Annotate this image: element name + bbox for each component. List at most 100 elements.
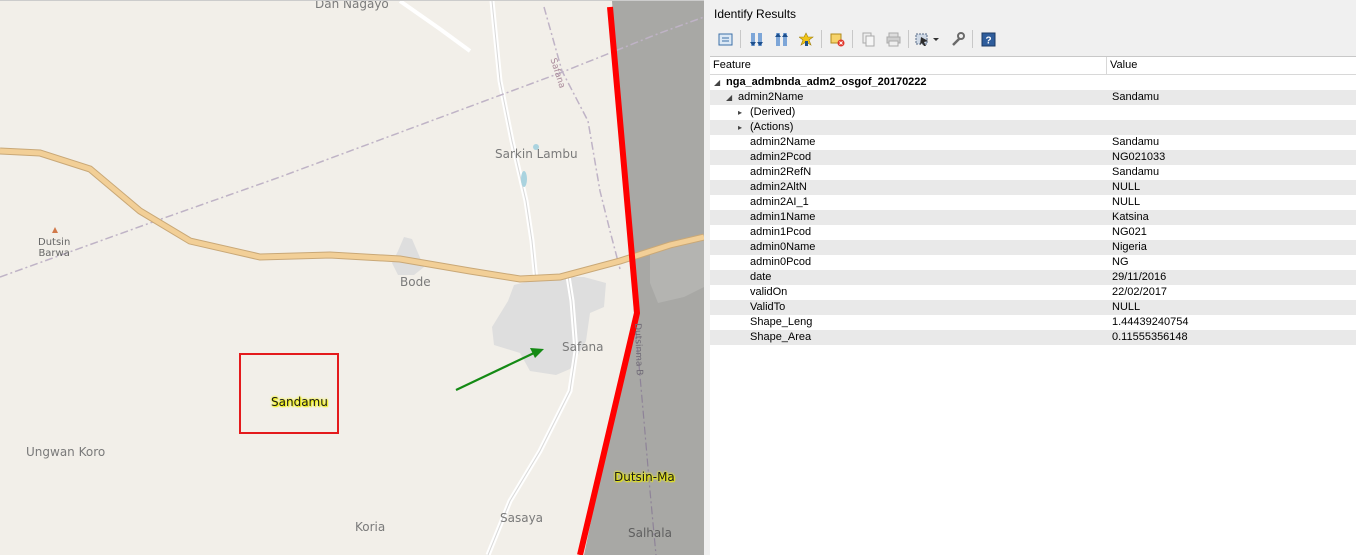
attribute-list: admin2Name Sandamu admin2Pcod NG021033 admin… [710, 135, 1356, 345]
copy-feature-icon [862, 32, 874, 46]
print-icon [886, 32, 900, 46]
feature-row[interactable]: ◢ admin2Name Sandamu [710, 90, 1356, 105]
collapse-all-icon [774, 32, 788, 46]
column-header-feature[interactable]: Feature [710, 57, 1107, 74]
help-button[interactable]: ? [977, 28, 999, 50]
layer-name: nga_admbnda_adm2_osgof_20170222 [726, 76, 927, 88]
pointer-arrow [455, 352, 535, 391]
toolbar-separator [821, 30, 822, 48]
attribute-row[interactable]: Shape_Leng 1.44439240754 [710, 315, 1356, 330]
attribute-row[interactable]: admin2Name Sandamu [710, 135, 1356, 150]
attribute-row[interactable]: admin0Name Nigeria [710, 240, 1356, 255]
admin-dash-line [0, 16, 704, 278]
collapse-arrow-icon[interactable]: ◢ [726, 90, 732, 105]
results-tree[interactable]: Feature Value ◢ nga_admbnda_adm2_osgof_20… [710, 56, 1356, 555]
expand-new-results-button[interactable] [795, 28, 817, 50]
identify-settings-icon [951, 31, 965, 46]
derived-row[interactable]: ▸ (Derived) [710, 105, 1356, 120]
attribute-name: admin1Name [750, 211, 816, 223]
map-label-sarkin-lambu: Sarkin Lambu [495, 147, 578, 161]
derived-label: (Derived) [750, 106, 796, 118]
toolbar-separator [852, 30, 853, 48]
expand-all-button[interactable] [745, 28, 767, 50]
column-header-value[interactable]: Value [1107, 57, 1137, 74]
attribute-name: admin0Pcod [750, 256, 812, 268]
attribute-name: Shape_Area [750, 331, 812, 343]
attribute-row[interactable]: admin2AltN NULL [710, 180, 1356, 195]
feature-name: admin2Name [738, 91, 804, 103]
collapse-all-button[interactable] [770, 28, 792, 50]
highlight-box [239, 353, 339, 434]
attribute-row[interactable]: date 29/11/2016 [710, 270, 1356, 285]
attribute-row[interactable]: validOn 22/02/2017 [710, 285, 1356, 300]
attribute-row[interactable]: admin1Pcod NG021 [710, 225, 1356, 240]
attribute-name: admin2Pcod [750, 151, 812, 163]
select-features-icon [915, 33, 939, 46]
actions-row[interactable]: ▸ (Actions) [710, 120, 1356, 135]
attribute-name: date [750, 271, 772, 283]
copy-feature-button[interactable] [857, 28, 879, 50]
attribute-value: 22/02/2017 [1112, 286, 1168, 298]
attribute-row[interactable]: Shape_Area 0.11555356148 [710, 330, 1356, 345]
collapse-arrow-icon[interactable]: ◢ [714, 75, 720, 90]
map-label-sandamu: Sandamu [271, 395, 328, 409]
attribute-name: ValidTo [750, 301, 786, 313]
attribute-name: validOn [750, 286, 788, 298]
peak-icon [52, 227, 58, 233]
toolbar-separator [972, 30, 973, 48]
attribute-row[interactable]: ValidTo NULL [710, 300, 1356, 315]
attribute-row[interactable]: admin2RefN Sandamu [710, 165, 1356, 180]
expand-tree-icon [718, 33, 732, 45]
map-label-bode: Bode [400, 275, 431, 289]
toolbar-separator [740, 30, 741, 48]
map-label-dutsin-barwa: Dutsin Barwa [38, 237, 71, 259]
map-label-dutsinma-road: Dutsinma B [632, 323, 644, 376]
identify-results-panel: Identify Results ? Feature Value ◢ nga_a… [710, 0, 1356, 555]
svg-text:?: ? [985, 35, 991, 46]
attribute-name: admin2Name [750, 136, 816, 148]
actions-label: (Actions) [750, 121, 794, 133]
expand-all-icon [749, 32, 763, 46]
attribute-value: 1.44439240754 [1112, 316, 1189, 328]
major-road [0, 148, 704, 282]
select-features-dropdown[interactable] [913, 28, 943, 50]
attribute-value: NG021 [1112, 226, 1147, 238]
built-up-area-safana [492, 277, 606, 375]
identify-toolbar: ? [714, 28, 1002, 50]
attribute-row[interactable]: admin0Pcod NG [710, 255, 1356, 270]
map-canvas[interactable]: Dan Nagayo Safana Sarkin Lambu Dutsin Ba… [0, 0, 704, 555]
map-label-salhala: Salhala [628, 526, 672, 540]
map-label-safana: Safana [562, 340, 604, 354]
expand-arrow-icon[interactable]: ▸ [738, 105, 742, 120]
toolbar-separator [908, 30, 909, 48]
expand-tree-button[interactable] [714, 28, 736, 50]
attribute-row[interactable]: admin1Name Katsina [710, 210, 1356, 225]
attribute-row[interactable]: admin2AI_1 NULL [710, 195, 1356, 210]
attribute-value: NULL [1112, 181, 1141, 193]
map-layers [0, 1, 704, 555]
attribute-name: Shape_Leng [750, 316, 813, 328]
help-icon: ? [981, 32, 995, 46]
attribute-row[interactable]: admin2Pcod NG021033 [710, 150, 1356, 165]
map-label-dutsin-ma: Dutsin-Ma [614, 470, 675, 484]
print-button[interactable] [882, 28, 904, 50]
map-label-dan-nagayo: Dan Nagayo [315, 0, 389, 11]
map-label-ungwan-koro: Ungwan Koro [26, 445, 106, 459]
clear-results-button[interactable] [826, 28, 848, 50]
expand-arrow-icon[interactable]: ▸ [738, 120, 742, 135]
attribute-value: NG021033 [1112, 151, 1166, 163]
minor-road [489, 1, 539, 282]
layer-row[interactable]: ◢ nga_admbnda_adm2_osgof_20170222 [710, 75, 1356, 90]
attribute-value: Katsina [1112, 211, 1149, 223]
map-label-sasaya: Sasaya [500, 511, 544, 525]
expand-new-results-icon [798, 31, 814, 46]
major-road [0, 147, 704, 283]
panel-title: Identify Results [714, 7, 797, 21]
pond [521, 171, 527, 187]
identify-settings-button[interactable] [946, 28, 968, 50]
attribute-name: admin2RefN [750, 166, 812, 178]
attribute-value: Sandamu [1112, 166, 1160, 178]
attribute-name: admin0Name [750, 241, 816, 253]
attribute-value: Sandamu [1112, 136, 1160, 148]
attribute-name: admin2AI_1 [750, 196, 809, 208]
